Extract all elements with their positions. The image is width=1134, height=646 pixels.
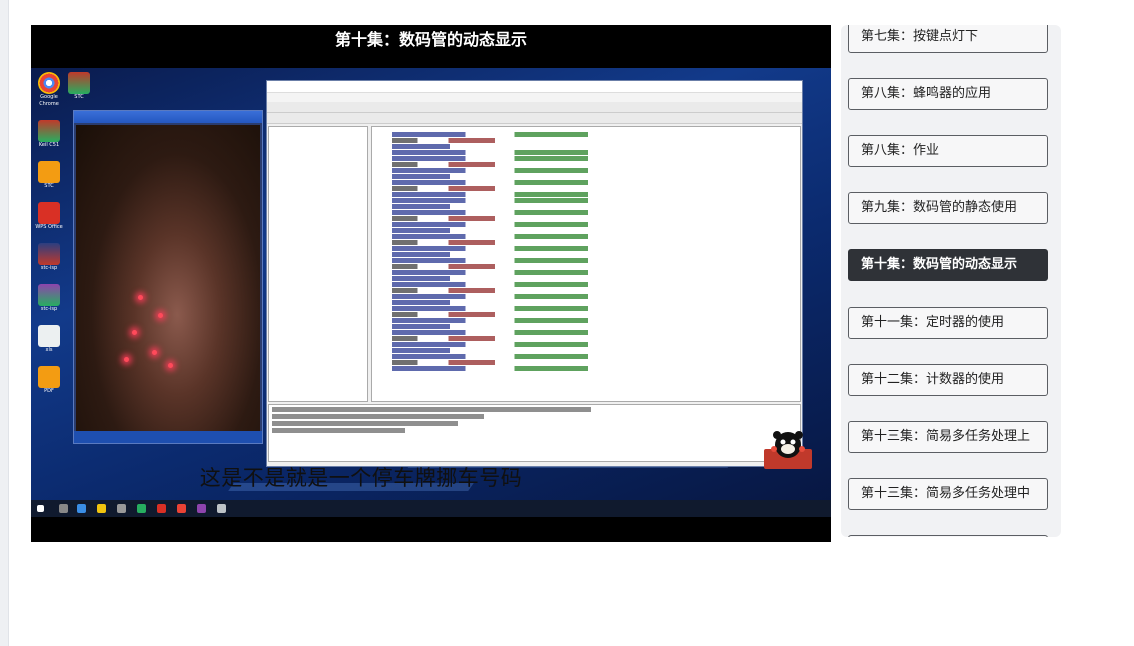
- left-edge-strip: [0, 0, 9, 646]
- playlist-item[interactable]: 第十三集：简易多任务处理中: [848, 478, 1048, 510]
- playlist-item[interactable]: 第九集：数码管的静态使用: [848, 192, 1048, 224]
- playlist-item[interactable]: 第八集：作业: [848, 135, 1048, 167]
- video-frame-desktop: Google Chrome Keil C51 STC WPS Office st…: [31, 68, 831, 517]
- playlist-item-active[interactable]: 第十集：数码管的动态显示: [848, 249, 1048, 281]
- playlist-item-partial[interactable]: [848, 535, 1048, 537]
- build-output-panel: [268, 404, 801, 462]
- windows-taskbar: [31, 500, 831, 517]
- camera-window: [73, 110, 263, 444]
- video-subtitle: 这是不是就是一个停车牌挪车号码: [199, 466, 523, 490]
- playlist-item[interactable]: 第十二集：计数器的使用: [848, 364, 1048, 396]
- project-panel: [268, 126, 368, 402]
- episode-playlist: 第七集：按键点灯下 第八集：蜂鸣器的应用 第八集：作业 第九集：数码管的静态使用…: [841, 25, 1061, 537]
- code-editor: [371, 126, 801, 402]
- playlist-item[interactable]: 第十一集：定时器的使用: [848, 307, 1048, 339]
- desktop-icons: Google Chrome Keil C51 STC WPS Office st…: [33, 72, 65, 407]
- ide-window: [266, 80, 803, 467]
- playlist-item[interactable]: 第七集：按键点灯下: [848, 25, 1048, 53]
- playlist-item[interactable]: 第八集：蜂鸣器的应用: [848, 78, 1048, 110]
- playlist-item[interactable]: 第十三集：简易多任务处理上: [848, 421, 1048, 453]
- video-player[interactable]: 第十集：数码管的动态显示 Google Chrome Keil C51 STC …: [31, 25, 831, 542]
- video-title: 第十集：数码管的动态显示: [31, 25, 831, 68]
